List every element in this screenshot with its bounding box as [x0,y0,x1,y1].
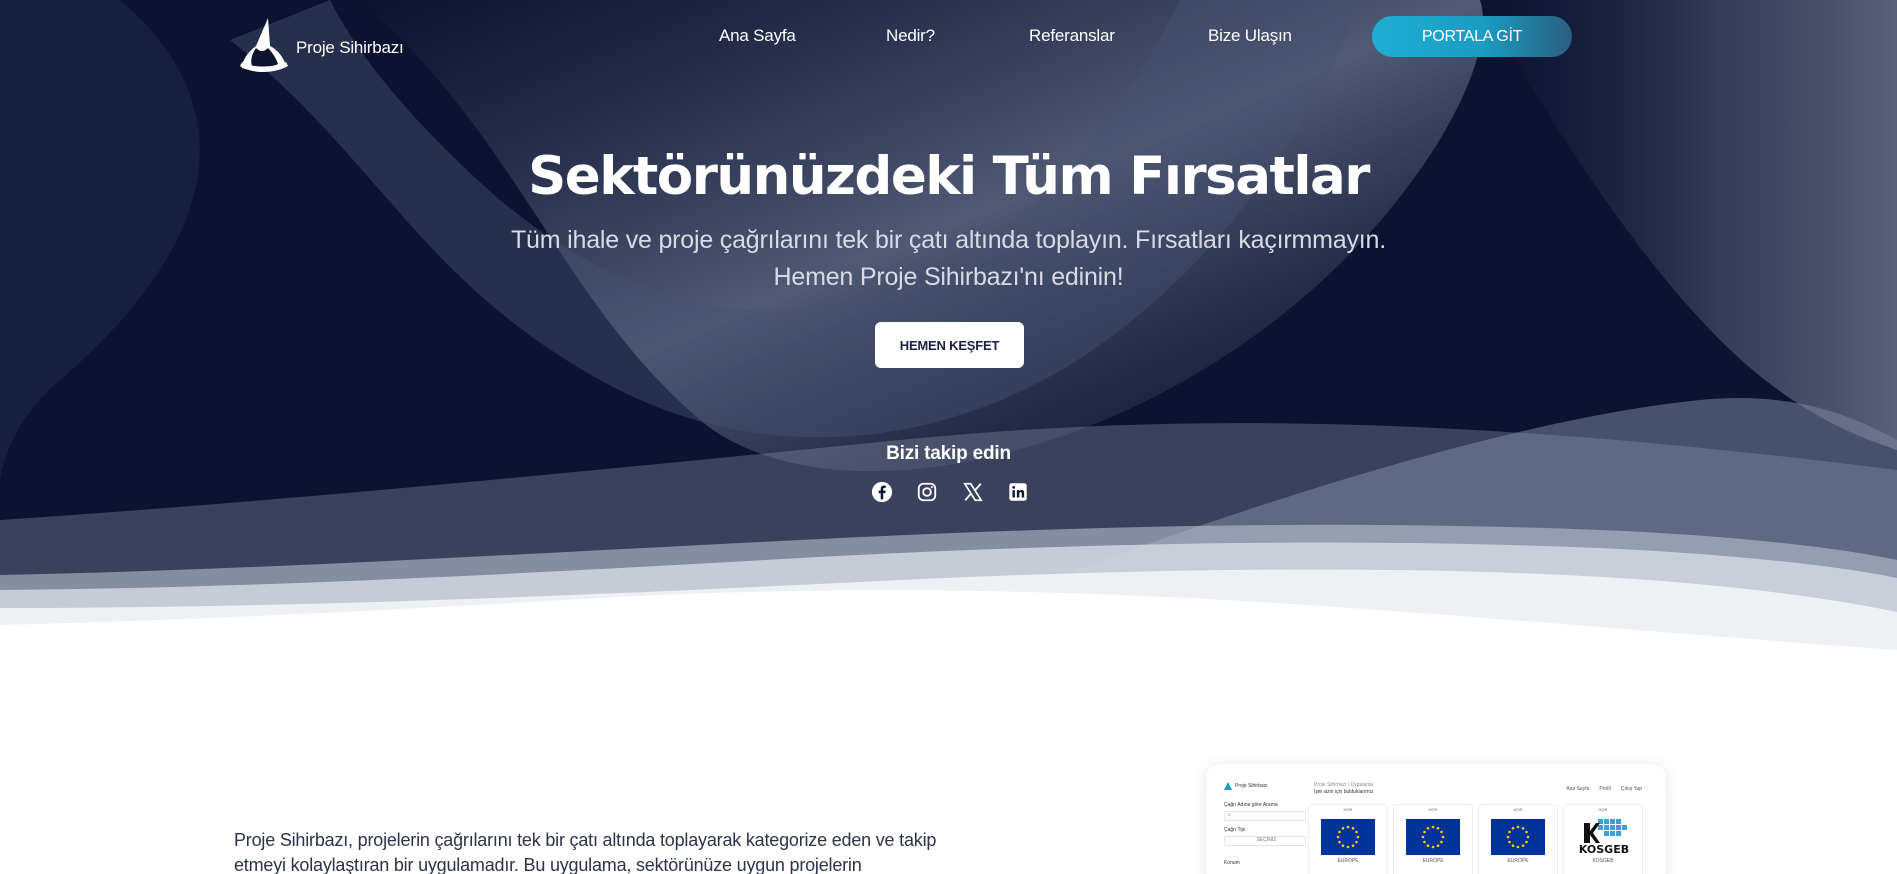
preview-card-name: EUROPE [1337,858,1359,864]
preview-crumb-title: İşte sizin için bulduklarımız [1314,789,1374,795]
hero-title: Sektörünüzdeki Tüm Fırsatlar [528,146,1370,207]
follow-us-heading: Bizi takip edin [886,443,1011,464]
nav-link-home[interactable]: Ana Sayfa [719,26,796,46]
preview-card: HOR EUROPE [1308,804,1388,874]
nav-link-references[interactable]: Referanslar [1029,26,1115,46]
portal-button[interactable]: PORTALA GİT [1372,16,1572,57]
preview-link-logout: Çıkış Yap [1620,786,1642,792]
app-preview-screenshot: Proje Sihirbazı Çağrı Adına göre Arama ⌕… [1206,764,1666,874]
preview-logo-icon [1224,782,1232,790]
preview-card-tag: HOR [1343,807,1353,812]
linkedin-icon[interactable] [1006,480,1030,504]
wizard-hat-icon [240,18,288,72]
eu-flag-icon [1321,819,1375,855]
kosgeb-logo-text: KOSGEB [1579,843,1629,856]
facebook-icon[interactable] [870,480,894,504]
preview-card: HOR KOSGEB KOSGEB [1563,804,1643,874]
preview-location-label: Konum [1224,860,1240,866]
nav-link-what-is[interactable]: Nedir? [886,26,935,46]
hero-subtitle: Tüm ihale ve proje çağrılarını tek bir ç… [510,226,1387,291]
explore-button[interactable]: HEMEN KEŞFET [875,322,1024,368]
preview-card: HOR EUROPE [1478,804,1558,874]
preview-card-tag: HOR [1428,807,1438,812]
hero-section: Proje Sihirbazı Ana Sayfa Nedir? Referan… [0,0,1897,660]
preview-type-select: SEÇİNİZ [1224,836,1306,846]
preview-search-label: Çağrı Adına göre Arama [1224,802,1278,808]
preview-top-links: Ana Sayfa Profil Çıkış Yap [1566,786,1642,792]
preview-search-box: ⌕ [1224,811,1306,821]
preview-card-name: EUROPE [1507,858,1529,864]
x-twitter-icon[interactable] [961,480,985,504]
preview-card-tag: HOR [1598,807,1608,812]
preview-app-name: Proje Sihirbazı [1235,783,1268,789]
preview-sidebar: Proje Sihirbazı Çağrı Adına göre Arama ⌕… [1224,782,1306,866]
brand-logo[interactable]: Proje Sihirbazı [234,16,404,74]
preview-card-name: KOSGEB [1592,858,1614,864]
preview-logo: Proje Sihirbazı [1224,782,1306,790]
nav-link-contact[interactable]: Bize Ulaşın [1208,26,1292,46]
about-paragraph: Proje Sihirbazı, projelerin çağrılarını … [234,830,937,874]
preview-type-label: Çağrı Tipi [1224,827,1246,833]
preview-card-tag: HOR [1513,807,1523,812]
preview-crumb-path: Proje Sihirbazı / Uygulama [1314,782,1374,788]
preview-card: HOR EUROPE [1393,804,1473,874]
instagram-icon[interactable] [915,480,939,504]
preview-link-home: Ana Sayfa [1566,786,1590,792]
hero-wave-divider [0,524,1897,660]
brand-name: Proje Sihirbazı [296,38,404,57]
kosgeb-logo-icon: KOSGEB [1576,817,1632,857]
preview-breadcrumb: Proje Sihirbazı / Uygulama İşte sizin iç… [1314,782,1373,795]
eu-flag-icon [1491,819,1545,855]
eu-flag-icon [1406,819,1460,855]
preview-link-profile: Profil [1599,786,1611,792]
preview-card-name: EUROPE [1422,858,1444,864]
